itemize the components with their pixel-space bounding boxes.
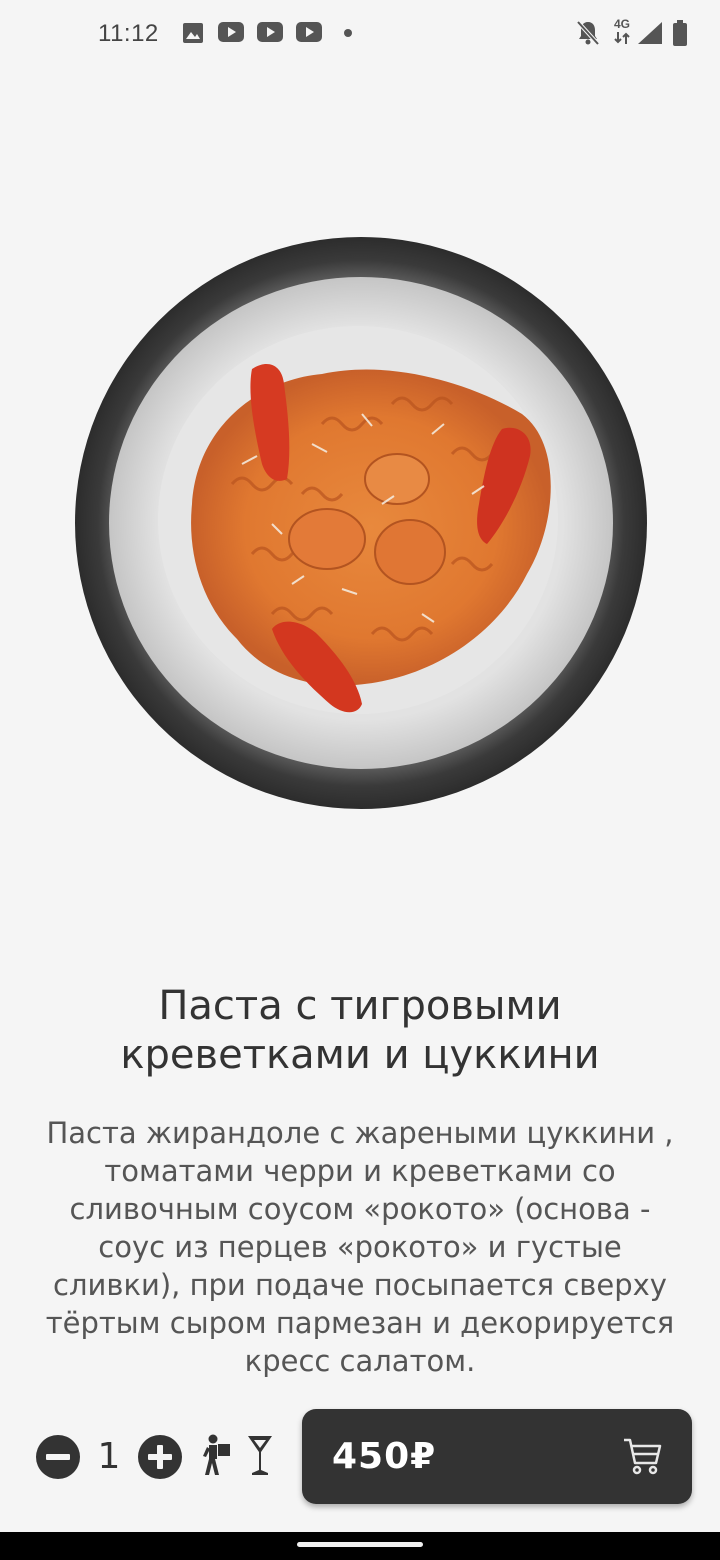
cart-icon <box>624 1438 662 1475</box>
youtube-icon <box>257 22 283 42</box>
signal-icon <box>638 22 662 44</box>
image-icon <box>183 23 203 43</box>
battery-icon <box>673 20 687 46</box>
system-navigation-bar <box>0 1532 720 1560</box>
youtube-icon <box>218 22 244 42</box>
dot-icon <box>344 29 352 37</box>
status-time: 11:12 <box>98 20 159 47</box>
home-gesture-handle[interactable] <box>297 1542 423 1547</box>
increase-quantity-button[interactable] <box>138 1435 182 1479</box>
minus-icon <box>46 1454 70 1460</box>
network-label: 4G <box>614 17 631 31</box>
youtube-icon <box>296 22 322 42</box>
product-title: Паста с тигровыми креветками и цуккини <box>120 983 600 1078</box>
product-description: Паста жирандоле с жареными цуккини , том… <box>45 1116 675 1378</box>
cocktail-glass-icon[interactable] <box>246 1434 274 1476</box>
price-label: 450₽ <box>332 1436 437 1477</box>
dish-image <box>75 237 647 809</box>
delivery-courier-icon[interactable] <box>202 1434 232 1476</box>
data-arrows-icon <box>614 32 630 44</box>
status-bar: 11:12 4G <box>0 0 720 68</box>
decrease-quantity-button[interactable] <box>36 1435 80 1479</box>
add-to-cart-button[interactable]: 450₽ <box>302 1409 692 1504</box>
quantity-value: 1 <box>97 1436 121 1477</box>
bell-off-icon <box>576 20 600 46</box>
